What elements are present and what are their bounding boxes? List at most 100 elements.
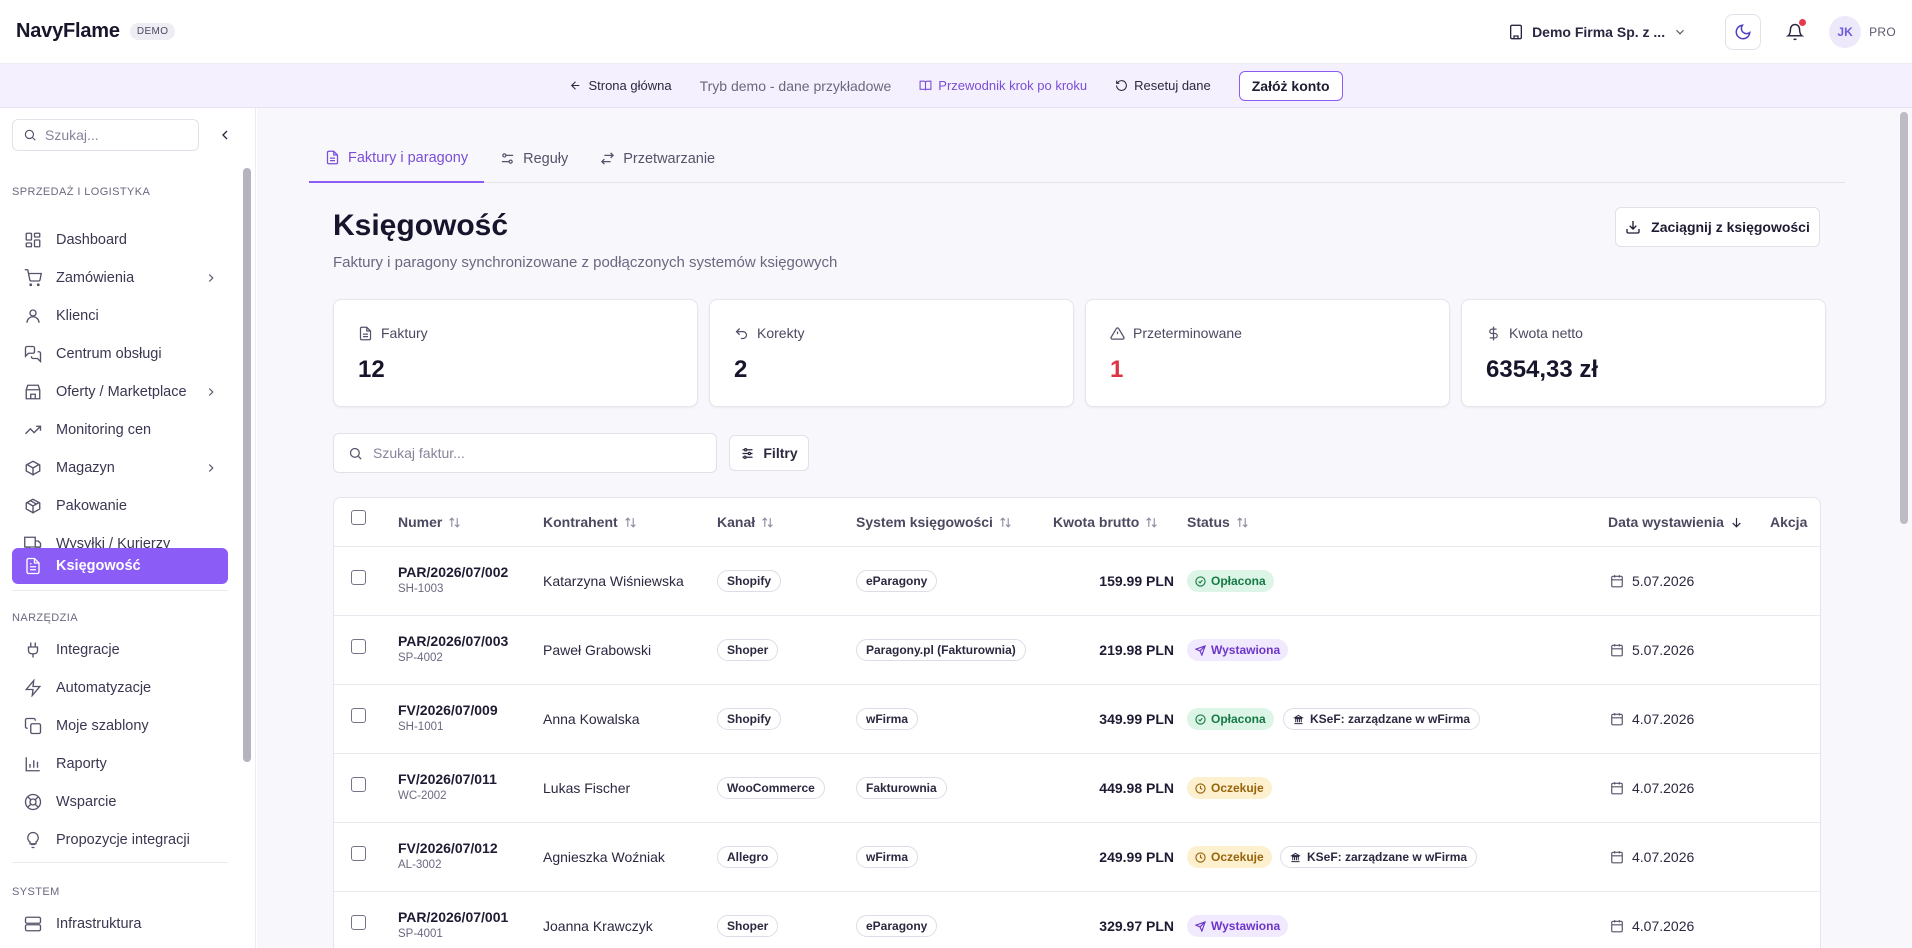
table-row[interactable]: FV/2026/07/011 WC-2002 Lukas Fischer WooCom… [334,754,1820,823]
reset-data-button[interactable]: Resetuj dane [1115,78,1211,93]
sidebar-item-label: Zamówienia [56,270,135,286]
notifications-button[interactable] [1777,14,1813,50]
table-row[interactable]: PAR/2026/07/001 SP-4001 Joanna Krawczyk Sho… [334,892,1820,948]
sidebar-collapse-button[interactable] [214,124,236,146]
select-all-checkbox[interactable] [351,510,366,525]
sidebar-scrollbar[interactable] [243,168,251,762]
sidebar-item-label: Wsparcie [56,794,117,810]
issue-date-cell: 5.07.2026 [1610,573,1694,589]
row-checkbox[interactable] [351,639,366,654]
column-header-status[interactable]: Status [1187,498,1249,546]
stat-label: Korekty [757,325,805,341]
row-checkbox[interactable] [351,570,366,585]
column-header-label: Status [1187,514,1230,530]
company-selector[interactable]: Demo Firma Sp. z ... [1508,24,1687,40]
tab-bar: Faktury i paragony Reguły Przetwarzanie [309,134,1845,183]
server-icon [24,916,42,932]
sidebar-item-accounting[interactable]: Księgowość [12,548,228,584]
tab-invoices[interactable]: Faktury i paragony [309,134,485,183]
column-header-issue-date[interactable]: Data wystawienia [1608,498,1743,546]
create-account-button[interactable]: Załóż konto [1238,70,1343,101]
column-header-accounting-system[interactable]: System księgowości [856,498,1012,546]
dashboard-icon [25,232,41,248]
search-icon [349,447,362,460]
sidebar-item-integration-proposals[interactable]: Propozycje integracji [12,822,228,858]
sidebar-item-infrastructure[interactable]: Infrastruktura [12,906,228,942]
sidebar-search-input[interactable]: Szukaj... [12,119,199,151]
sidebar: Szukaj... SPRZEDAŻ I LOGISTYKA Dashboard… [0,108,256,948]
row-checkbox[interactable] [351,846,366,861]
sidebar-item-label: Moje szablony [56,718,149,734]
invoice-search-placeholder: Szukaj faktur... [373,445,465,461]
table-row[interactable]: FV/2026/07/009 SH-1001 Anna Kowalska Shopif… [334,685,1820,754]
invoice-number-cell[interactable]: PAR/2026/07/002 SH-1003 [398,564,508,595]
table-row[interactable]: FV/2026/07/012 AL-3002 Agnieszka Woźniak Al… [334,823,1820,892]
send-icon [1195,920,1206,932]
page-scrollbar[interactable] [1900,112,1908,524]
column-header-client[interactable]: Kontrahent [543,498,637,546]
invoice-number-cell[interactable]: PAR/2026/07/003 SP-4002 [398,633,508,664]
ksef-label: KSeF: zarządzane w wFirma [1310,712,1471,726]
order-reference: SP-4002 [398,652,443,664]
sidebar-item-packing[interactable]: Pakowanie [12,488,228,524]
home-link[interactable]: Strona główna [569,78,672,93]
issue-date-cell: 4.07.2026 [1610,918,1694,934]
column-header-label: Akcja [1770,514,1808,530]
issue-date-cell: 5.07.2026 [1610,642,1694,658]
brand-logo[interactable]: NavyFlame [16,20,120,43]
invoice-number: FV/2026/07/011 [398,771,497,787]
calendar-icon [1611,644,1623,657]
invoice-search-input[interactable]: Szukaj faktur... [333,433,717,473]
column-header-number[interactable]: Numer [398,498,461,546]
avatar[interactable]: JK [1829,16,1862,48]
chevron-left-icon [222,130,228,140]
sidebar-item-warehouse[interactable]: Magazyn [12,450,228,486]
column-header-gross-amount[interactable]: Kwota brutto [1053,498,1158,546]
reset-data-label: Resetuj dane [1134,78,1211,93]
issue-date: 4.07.2026 [1632,780,1695,796]
sidebar-item-reports[interactable]: Raporty [12,746,228,782]
filter-icon [742,447,753,459]
table-row[interactable]: PAR/2026/07/003 SP-4002 Paweł Grabowski Sho… [334,616,1820,685]
sidebar-item-automations[interactable]: Automatyzacje [12,670,228,706]
pull-from-accounting-button[interactable]: Zaciągnij z księgowości [1615,207,1820,247]
ksef-label: KSeF: zarządzane w wFirma [1307,850,1468,864]
filters-button[interactable]: Filtry [729,435,809,471]
row-checkbox[interactable] [351,708,366,723]
client-name: Lukas Fischer [543,780,631,796]
sidebar-item-service-center[interactable]: Centrum obsługi [12,336,228,372]
sidebar-item-templates[interactable]: Moje szablony [12,708,228,744]
demo-mode-text: Tryb demo - dane przykładowe [699,77,892,94]
dollar-icon [1489,326,1498,340]
invoice-number-cell[interactable]: FV/2026/07/012 AL-3002 [398,840,498,871]
sidebar-item-dashboard[interactable]: Dashboard [12,222,228,258]
sidebar-item-clients[interactable]: Klienci [12,298,228,334]
stat-label: Przeterminowane [1133,325,1242,341]
invoices-table: Numer Kontrahent Kanał System księgowośc… [333,497,1821,948]
invoice-number: FV/2026/07/009 [398,702,498,718]
invoice-number-cell[interactable]: PAR/2026/07/001 SP-4001 [398,909,508,940]
channel-badge: Shoper [717,915,779,937]
guide-link[interactable]: Przewodnik krok po kroku [919,78,1087,93]
page-subtitle: Faktury i paragony synchronizowane z pod… [333,254,838,271]
sidebar-item-support[interactable]: Wsparcie [12,784,228,820]
row-checkbox[interactable] [351,777,366,792]
sidebar-item-label: Klienci [56,308,99,324]
sidebar-item-offers[interactable]: Oferty / Marketplace [12,374,228,410]
table-row[interactable]: PAR/2026/07/002 SH-1003 Katarzyna Wiśniews… [334,547,1820,616]
column-header-channel[interactable]: Kanał [717,498,774,546]
check-circle-icon [1195,713,1206,725]
gross-amount: 329.97 PLN [1099,918,1174,934]
sidebar-item-price-monitoring[interactable]: Monitoring cen [12,412,228,448]
row-checkbox[interactable] [351,915,366,930]
invoice-number-cell[interactable]: FV/2026/07/009 SH-1001 [398,702,498,733]
arrow-left-icon [571,81,580,90]
check-circle-icon [1195,575,1206,587]
tab-processing[interactable]: Przetwarzanie [584,134,731,183]
sidebar-item-orders[interactable]: Zamówienia [12,260,228,296]
sort-icon [1237,516,1248,528]
theme-toggle-button[interactable] [1725,14,1762,50]
invoice-number-cell[interactable]: FV/2026/07/011 WC-2002 [398,771,497,802]
tab-rules[interactable]: Reguły [484,134,584,183]
sidebar-item-integrations[interactable]: Integracje [12,632,228,668]
